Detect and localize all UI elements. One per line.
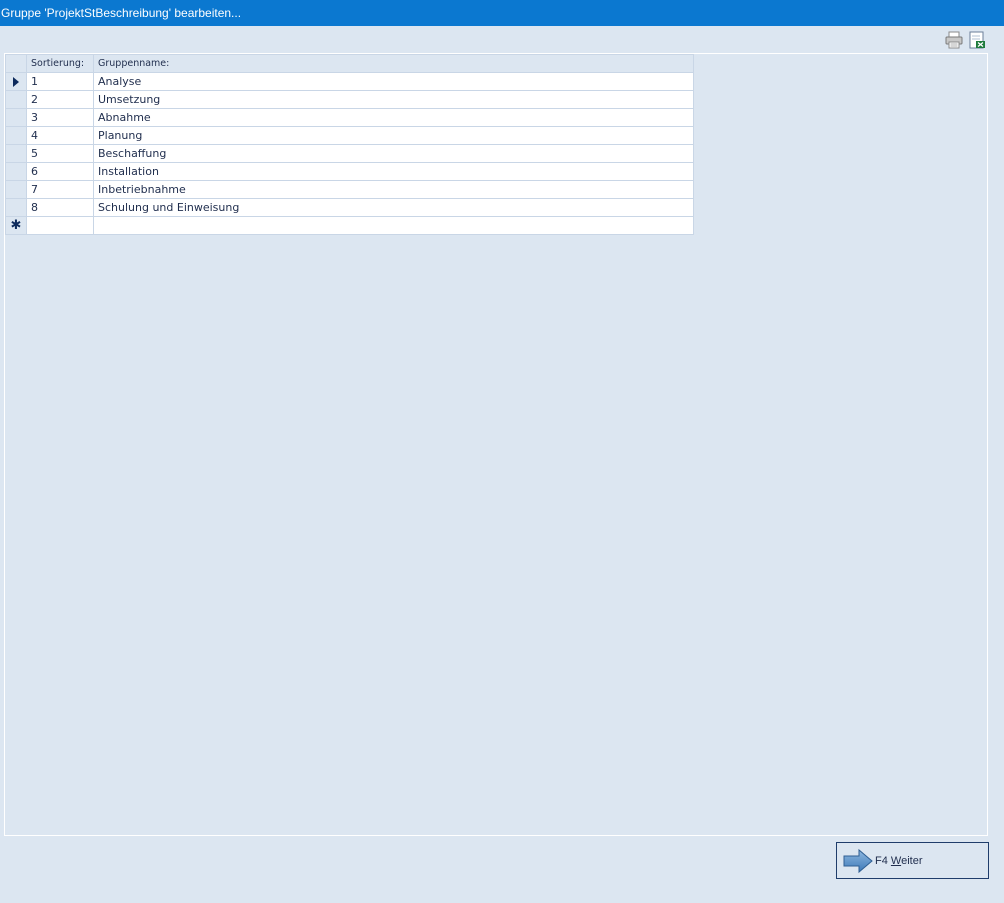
table-row[interactable]: 5 Beschaffung [5,144,694,163]
cell-sortierung[interactable]: 3 [26,108,94,127]
row-selector[interactable] [5,126,27,145]
cell-gruppenname[interactable]: Inbetriebnahme [93,180,694,199]
excel-export-icon[interactable] [968,31,986,49]
row-selector[interactable] [5,198,27,217]
cell-sortierung[interactable]: 4 [26,126,94,145]
cell-sortierung[interactable]: 8 [26,198,94,217]
new-row[interactable]: ✱ [5,216,694,235]
table-row[interactable]: 7 Inbetriebnahme [5,180,694,199]
cell-sortierung[interactable]: 7 [26,180,94,199]
column-header-gruppenname[interactable]: Gruppenname: [93,54,694,73]
table-row[interactable]: 3 Abnahme [5,108,694,127]
grid-panel: Sortierung: Gruppenname: 1 Analyse 2 Ums… [4,53,988,836]
new-row-selector[interactable]: ✱ [5,216,27,235]
table-row[interactable]: 6 Installation [5,162,694,181]
row-selector[interactable] [5,90,27,109]
cell-gruppenname[interactable]: Analyse [93,72,694,91]
table-header-row: Sortierung: Gruppenname: [5,54,694,73]
window-title: Gruppe 'ProjektStBeschreibung' bearbeite… [0,0,1004,26]
new-cell-gruppenname[interactable] [93,216,694,235]
cell-gruppenname[interactable]: Installation [93,162,694,181]
row-selector[interactable] [5,144,27,163]
arrow-right-icon [843,848,873,873]
row-selector[interactable] [5,108,27,127]
column-header-sortierung[interactable]: Sortierung: [26,54,94,73]
row-selector[interactable] [5,162,27,181]
row-selector[interactable] [5,180,27,199]
groups-table: Sortierung: Gruppenname: 1 Analyse 2 Ums… [5,54,694,235]
weiter-mnemonic: W [890,854,902,867]
table-row[interactable]: 8 Schulung und Einweisung [5,198,694,217]
weiter-button[interactable]: F4 Weiter [836,842,989,879]
new-row-star-icon: ✱ [10,217,22,233]
cell-sortierung[interactable]: 1 [26,72,94,91]
cell-sortierung[interactable]: 6 [26,162,94,181]
table-row[interactable]: 2 Umsetzung [5,90,694,109]
row-selector-current[interactable] [5,72,27,91]
new-cell-sortierung[interactable] [26,216,94,235]
table-row[interactable]: 1 Analyse [5,72,694,91]
printer-icon[interactable] [945,31,963,49]
cell-gruppenname[interactable]: Abnahme [93,108,694,127]
cell-gruppenname[interactable]: Schulung und Einweisung [93,198,694,217]
cell-gruppenname[interactable]: Planung [93,126,694,145]
cell-sortierung[interactable]: 2 [26,90,94,109]
cell-sortierung[interactable]: 5 [26,144,94,163]
row-selector-header [5,54,27,73]
cell-gruppenname[interactable]: Beschaffung [93,144,694,163]
weiter-button-label: F4 Weiter [875,854,923,867]
table-row[interactable]: 4 Planung [5,126,694,145]
cell-gruppenname[interactable]: Umsetzung [93,90,694,109]
current-row-arrow-icon [13,77,19,87]
